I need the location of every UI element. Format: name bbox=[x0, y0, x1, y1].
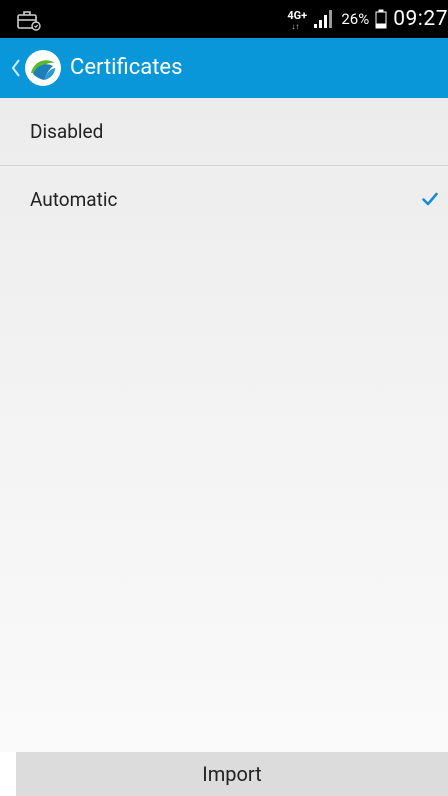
status-bar: 4G+ ↓↑ 26% 09:27 bbox=[0, 0, 448, 38]
import-button[interactable]: Import bbox=[16, 752, 448, 796]
option-label: Disabled bbox=[30, 120, 104, 143]
briefcase-notification-icon bbox=[17, 11, 41, 31]
network-type-label: 4G+ bbox=[287, 9, 308, 22]
option-disabled[interactable]: Disabled bbox=[0, 98, 448, 166]
status-clock: 09:27 bbox=[393, 7, 448, 31]
back-chevron-icon[interactable] bbox=[10, 54, 22, 82]
network-activity-arrows: ↓↑ bbox=[291, 22, 300, 31]
bottom-bar: Import bbox=[0, 752, 448, 796]
status-indicators: 4G+ ↓↑ 26% 09:27 bbox=[287, 0, 448, 38]
app-logo-icon[interactable] bbox=[24, 49, 62, 87]
app-bar: Certificates bbox=[0, 38, 448, 98]
page-title: Certificates bbox=[70, 55, 183, 80]
option-label: Automatic bbox=[30, 188, 118, 211]
battery-icon bbox=[375, 9, 387, 29]
certificate-options-list: Disabled Automatic bbox=[0, 98, 448, 752]
option-automatic[interactable]: Automatic bbox=[0, 166, 448, 233]
checkmark-icon bbox=[422, 192, 438, 206]
battery-percent: 26% bbox=[341, 10, 370, 28]
signal-strength-icon bbox=[314, 10, 333, 28]
network-type-indicator: 4G+ ↓↑ bbox=[287, 8, 308, 31]
